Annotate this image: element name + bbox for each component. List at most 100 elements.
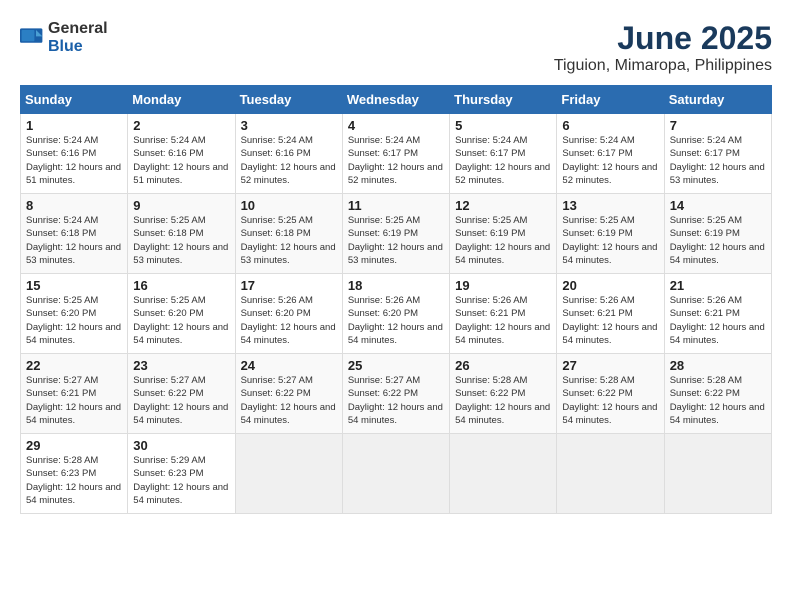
month-title: June 2025 [554,20,772,57]
empty-cell [664,434,771,514]
day-info: Sunrise: 5:27 AM Sunset: 6:21 PM Dayligh… [26,374,122,427]
col-thursday: Thursday [450,86,557,114]
col-monday: Monday [128,86,235,114]
col-saturday: Saturday [664,86,771,114]
day-cell-11: 11 Sunrise: 5:25 AM Sunset: 6:19 PM Dayl… [342,194,449,274]
day-cell-26: 26 Sunrise: 5:28 AM Sunset: 6:22 PM Dayl… [450,354,557,434]
empty-cell [235,434,342,514]
header: General Blue June 2025 Tiguion, Mimaropa… [20,20,772,75]
day-cell-14: 14 Sunrise: 5:25 AM Sunset: 6:19 PM Dayl… [664,194,771,274]
calendar-week-2: 8 Sunrise: 5:24 AM Sunset: 6:18 PM Dayli… [21,194,772,274]
day-number: 10 [241,198,337,213]
logo-blue: Blue [48,38,83,55]
day-number: 25 [348,358,444,373]
day-cell-20: 20 Sunrise: 5:26 AM Sunset: 6:21 PM Dayl… [557,274,664,354]
empty-cell [342,434,449,514]
col-wednesday: Wednesday [342,86,449,114]
calendar: Sunday Monday Tuesday Wednesday Thursday… [20,85,772,514]
day-number: 29 [26,438,122,453]
title-area: June 2025 Tiguion, Mimaropa, Philippines [554,20,772,75]
day-info: Sunrise: 5:25 AM Sunset: 6:19 PM Dayligh… [670,214,766,267]
day-info: Sunrise: 5:26 AM Sunset: 6:20 PM Dayligh… [348,294,444,347]
day-info: Sunrise: 5:27 AM Sunset: 6:22 PM Dayligh… [241,374,337,427]
calendar-body: 1 Sunrise: 5:24 AM Sunset: 6:16 PM Dayli… [21,114,772,514]
day-cell-3: 3 Sunrise: 5:24 AM Sunset: 6:16 PM Dayli… [235,114,342,194]
calendar-week-4: 22 Sunrise: 5:27 AM Sunset: 6:21 PM Dayl… [21,354,772,434]
day-cell-16: 16 Sunrise: 5:25 AM Sunset: 6:20 PM Dayl… [128,274,235,354]
day-info: Sunrise: 5:25 AM Sunset: 6:18 PM Dayligh… [241,214,337,267]
day-info: Sunrise: 5:28 AM Sunset: 6:22 PM Dayligh… [562,374,658,427]
day-info: Sunrise: 5:25 AM Sunset: 6:19 PM Dayligh… [562,214,658,267]
day-info: Sunrise: 5:26 AM Sunset: 6:20 PM Dayligh… [241,294,337,347]
day-number: 7 [670,118,766,133]
col-sunday: Sunday [21,86,128,114]
day-cell-8: 8 Sunrise: 5:24 AM Sunset: 6:18 PM Dayli… [21,194,128,274]
day-number: 16 [133,278,229,293]
day-cell-5: 5 Sunrise: 5:24 AM Sunset: 6:17 PM Dayli… [450,114,557,194]
day-info: Sunrise: 5:25 AM Sunset: 6:19 PM Dayligh… [455,214,551,267]
calendar-week-5: 29 Sunrise: 5:28 AM Sunset: 6:23 PM Dayl… [21,434,772,514]
day-cell-1: 1 Sunrise: 5:24 AM Sunset: 6:16 PM Dayli… [21,114,128,194]
logo-general: General [48,20,108,37]
day-info: Sunrise: 5:26 AM Sunset: 6:21 PM Dayligh… [455,294,551,347]
day-info: Sunrise: 5:26 AM Sunset: 6:21 PM Dayligh… [670,294,766,347]
day-cell-12: 12 Sunrise: 5:25 AM Sunset: 6:19 PM Dayl… [450,194,557,274]
logo-icon [20,28,44,48]
day-cell-6: 6 Sunrise: 5:24 AM Sunset: 6:17 PM Dayli… [557,114,664,194]
calendar-week-1: 1 Sunrise: 5:24 AM Sunset: 6:16 PM Dayli… [21,114,772,194]
day-cell-19: 19 Sunrise: 5:26 AM Sunset: 6:21 PM Dayl… [450,274,557,354]
day-cell-18: 18 Sunrise: 5:26 AM Sunset: 6:20 PM Dayl… [342,274,449,354]
day-info: Sunrise: 5:28 AM Sunset: 6:23 PM Dayligh… [26,454,122,507]
empty-cell [557,434,664,514]
calendar-week-3: 15 Sunrise: 5:25 AM Sunset: 6:20 PM Dayl… [21,274,772,354]
day-number: 11 [348,198,444,213]
day-cell-17: 17 Sunrise: 5:26 AM Sunset: 6:20 PM Dayl… [235,274,342,354]
day-number: 17 [241,278,337,293]
day-cell-23: 23 Sunrise: 5:27 AM Sunset: 6:22 PM Dayl… [128,354,235,434]
day-number: 21 [670,278,766,293]
day-cell-28: 28 Sunrise: 5:28 AM Sunset: 6:22 PM Dayl… [664,354,771,434]
day-number: 1 [26,118,122,133]
day-cell-4: 4 Sunrise: 5:24 AM Sunset: 6:17 PM Dayli… [342,114,449,194]
day-number: 12 [455,198,551,213]
col-friday: Friday [557,86,664,114]
day-info: Sunrise: 5:28 AM Sunset: 6:22 PM Dayligh… [455,374,551,427]
day-info: Sunrise: 5:24 AM Sunset: 6:16 PM Dayligh… [241,134,337,187]
day-cell-15: 15 Sunrise: 5:25 AM Sunset: 6:20 PM Dayl… [21,274,128,354]
day-info: Sunrise: 5:24 AM Sunset: 6:16 PM Dayligh… [133,134,229,187]
day-number: 9 [133,198,229,213]
day-cell-30: 30 Sunrise: 5:29 AM Sunset: 6:23 PM Dayl… [128,434,235,514]
day-cell-13: 13 Sunrise: 5:25 AM Sunset: 6:19 PM Dayl… [557,194,664,274]
col-tuesday: Tuesday [235,86,342,114]
day-info: Sunrise: 5:25 AM Sunset: 6:20 PM Dayligh… [26,294,122,347]
day-info: Sunrise: 5:24 AM Sunset: 6:16 PM Dayligh… [26,134,122,187]
day-number: 20 [562,278,658,293]
day-number: 27 [562,358,658,373]
day-number: 13 [562,198,658,213]
day-cell-29: 29 Sunrise: 5:28 AM Sunset: 6:23 PM Dayl… [21,434,128,514]
day-info: Sunrise: 5:24 AM Sunset: 6:17 PM Dayligh… [562,134,658,187]
day-cell-21: 21 Sunrise: 5:26 AM Sunset: 6:21 PM Dayl… [664,274,771,354]
day-number: 5 [455,118,551,133]
day-cell-25: 25 Sunrise: 5:27 AM Sunset: 6:22 PM Dayl… [342,354,449,434]
logo: General Blue [20,20,108,56]
day-info: Sunrise: 5:24 AM Sunset: 6:17 PM Dayligh… [670,134,766,187]
location-title: Tiguion, Mimaropa, Philippines [554,57,772,75]
day-number: 23 [133,358,229,373]
day-cell-27: 27 Sunrise: 5:28 AM Sunset: 6:22 PM Dayl… [557,354,664,434]
day-number: 3 [241,118,337,133]
day-cell-22: 22 Sunrise: 5:27 AM Sunset: 6:21 PM Dayl… [21,354,128,434]
day-info: Sunrise: 5:25 AM Sunset: 6:18 PM Dayligh… [133,214,229,267]
day-info: Sunrise: 5:24 AM Sunset: 6:18 PM Dayligh… [26,214,122,267]
day-cell-9: 9 Sunrise: 5:25 AM Sunset: 6:18 PM Dayli… [128,194,235,274]
day-number: 18 [348,278,444,293]
day-cell-24: 24 Sunrise: 5:27 AM Sunset: 6:22 PM Dayl… [235,354,342,434]
day-number: 6 [562,118,658,133]
day-info: Sunrise: 5:24 AM Sunset: 6:17 PM Dayligh… [348,134,444,187]
day-info: Sunrise: 5:25 AM Sunset: 6:20 PM Dayligh… [133,294,229,347]
day-info: Sunrise: 5:27 AM Sunset: 6:22 PM Dayligh… [348,374,444,427]
day-number: 26 [455,358,551,373]
day-cell-7: 7 Sunrise: 5:24 AM Sunset: 6:17 PM Dayli… [664,114,771,194]
day-number: 24 [241,358,337,373]
day-number: 14 [670,198,766,213]
